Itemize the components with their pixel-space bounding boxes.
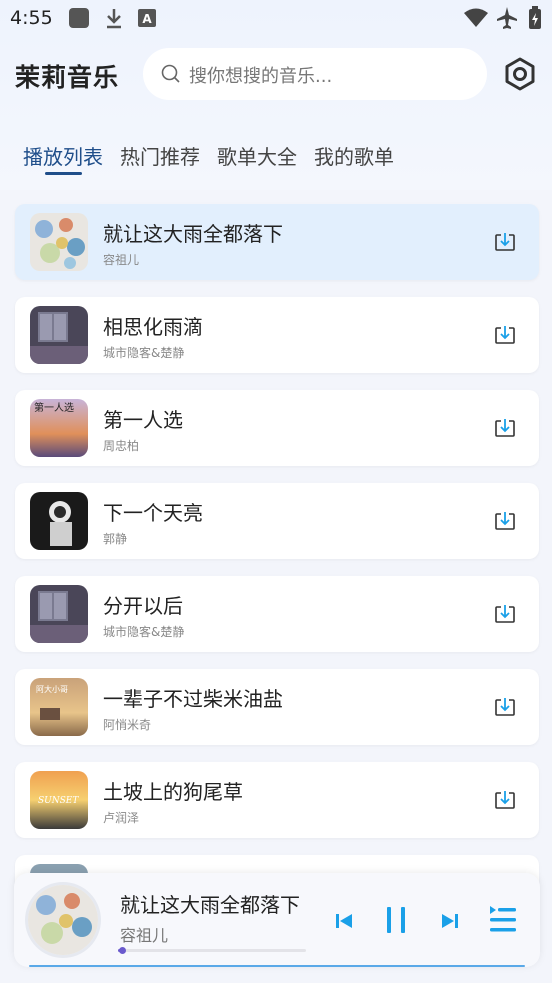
mini-player[interactable]: 就让这大雨全都落下 容祖儿 [14,873,540,967]
app-title: 茉莉音乐 [15,63,120,92]
playlist-queue-icon[interactable] [488,904,518,936]
cover-text: SUNSET [38,796,79,806]
album-cover [30,306,88,364]
tab-playlist[interactable]: 播放列表 [23,141,103,170]
battery-icon [529,6,541,29]
song-row[interactable]: 阿大小哥 一辈子不过柴米油盐 阿悄米奇 [15,669,539,745]
album-cover [30,492,88,550]
song-artist: 郭静 [103,532,128,546]
song-artist: 城市隐客&楚静 [103,625,185,639]
album-cover: 第一人选 [30,399,88,457]
song-artist: 阿悄米奇 [103,718,152,732]
cover-text: 阿大小哥 [36,684,68,694]
download-icon[interactable] [493,788,517,812]
search-placeholder: 搜你想搜的音乐... [189,66,333,87]
settings-icon[interactable] [502,56,538,92]
status-time: 4:55 [10,7,53,29]
font-status-icon: A [138,9,156,27]
song-title: 下一个天亮 [103,501,203,525]
category-tabs: 播放列表 热门推荐 歌单大全 我的歌单 [0,138,552,178]
song-row[interactable]: 分开以后 城市隐客&楚静 [15,576,539,652]
download-icon[interactable] [493,602,517,626]
download-icon[interactable] [493,230,517,254]
song-artist: 卢润泽 [103,811,140,825]
download-icon[interactable] [493,695,517,719]
tab-hot-recommend[interactable]: 热门推荐 [120,141,200,170]
progress-handle[interactable] [118,947,126,954]
download-icon[interactable] [493,416,517,440]
download-icon[interactable] [493,509,517,533]
previous-track-icon[interactable] [334,911,354,931]
song-row[interactable]: 就让这大雨全都落下 容祖儿 [15,204,539,280]
download-status-icon [107,9,121,29]
song-artist: 容祖儿 [103,253,140,267]
tab-my-playlists[interactable]: 我的歌单 [314,141,394,170]
app-header: 茉莉音乐 搜你想搜的音乐... [0,44,552,104]
active-tab-indicator [45,172,82,175]
song-title: 相思化雨滴 [103,315,203,339]
album-cover: SUNSET [30,771,88,829]
search-icon [161,64,180,83]
song-artist: 周忠柏 [103,439,140,453]
song-title: 一辈子不过柴米油盐 [103,687,283,711]
album-cover [30,213,88,271]
cover-text: 第一人选 [34,401,74,414]
song-row[interactable]: 相思化雨滴 城市隐客&楚静 [15,297,539,373]
app-notification-icon [69,8,89,28]
status-bar: 4:55 A [0,0,552,38]
song-title: 第一人选 [103,408,183,432]
album-cover: 阿大小哥 [30,678,88,736]
now-playing-cover [28,885,98,955]
album-cover [30,585,88,643]
song-row[interactable]: 第一人选 第一人选 周忠柏 [15,390,539,466]
pause-icon[interactable] [384,905,408,935]
song-title: 分开以后 [103,594,183,618]
song-row[interactable]: SUNSET 土坡上的狗尾草 卢润泽 [15,762,539,838]
song-title: 土坡上的狗尾草 [103,780,243,804]
now-playing-title: 就让这大雨全都落下 [120,893,300,917]
wifi-icon [464,8,488,27]
song-title: 就让这大雨全都落下 [103,222,283,246]
now-playing-artist: 容祖儿 [120,926,169,945]
next-track-icon[interactable] [440,911,460,931]
player-bottom-accent [29,965,525,967]
airplane-mode-icon [497,7,517,29]
svg-text:A: A [142,12,152,26]
download-icon[interactable] [493,323,517,347]
song-artist: 城市隐客&楚静 [103,346,185,360]
playback-progress-bar[interactable] [118,947,306,954]
tab-playlist-collection[interactable]: 歌单大全 [217,141,297,170]
search-input[interactable]: 搜你想搜的音乐... [143,48,487,100]
song-row[interactable]: 下一个天亮 郭静 [15,483,539,559]
